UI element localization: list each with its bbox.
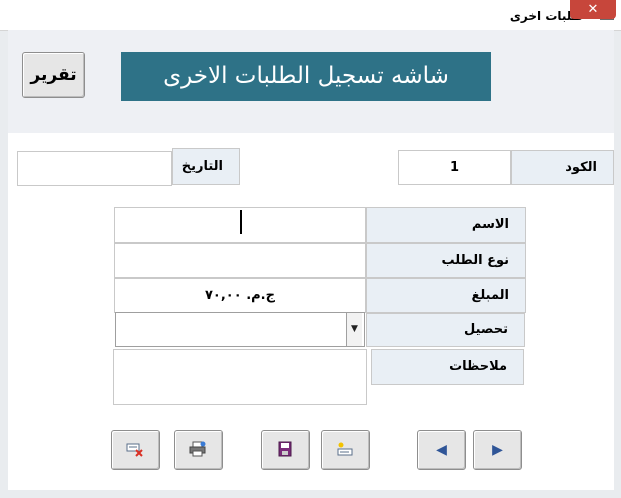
collection-label: تحصيل (366, 313, 525, 347)
next-record-button[interactable]: ▶ (473, 430, 522, 470)
print-button[interactable] (174, 430, 223, 470)
notes-label: ملاحظات (371, 349, 524, 385)
form-window: طلبات اخرى ✕ تقرير شاشه تسجيل الطلبات ال… (0, 0, 621, 498)
chevron-down-icon[interactable]: ▼ (346, 313, 362, 346)
new-record-icon (337, 442, 353, 456)
name-label: الاسم (366, 207, 526, 243)
close-button[interactable]: ✕ (570, 0, 616, 19)
code-label: الكود (511, 150, 614, 185)
date-field[interactable] (17, 151, 172, 186)
page-title: شاشه تسجيل الطلبات الاخرى (121, 52, 491, 101)
form-body: تقرير شاشه تسجيل الطلبات الاخرى الكود 1 … (8, 30, 614, 490)
request-type-field[interactable] (114, 243, 366, 278)
arrow-right-icon: ▶ (492, 442, 503, 458)
notes-field[interactable] (113, 349, 367, 405)
save-button[interactable] (261, 430, 310, 470)
arrow-left-icon: ◀ (436, 442, 447, 458)
code-field[interactable]: 1 (398, 150, 511, 185)
date-label: التاريخ (172, 148, 240, 185)
amount-label: المبلغ (366, 278, 526, 313)
new-record-button[interactable] (321, 430, 370, 470)
form-header: تقرير شاشه تسجيل الطلبات الاخرى (8, 30, 614, 133)
name-field[interactable] (114, 207, 366, 243)
delete-record-button[interactable] (111, 430, 160, 470)
collection-dropdown[interactable] (115, 312, 365, 347)
previous-record-button[interactable]: ◀ (417, 430, 466, 470)
printer-icon (189, 441, 206, 457)
floppy-disk-icon (278, 441, 292, 457)
text-cursor (240, 210, 242, 234)
request-type-label: نوع الطلب (366, 243, 526, 278)
delete-record-icon (126, 443, 143, 457)
title-bar: طلبات اخرى ✕ (0, 0, 621, 31)
amount-field[interactable]: ج.م. ٧٠,٠٠ (114, 278, 366, 313)
report-button[interactable]: تقرير (22, 52, 85, 98)
